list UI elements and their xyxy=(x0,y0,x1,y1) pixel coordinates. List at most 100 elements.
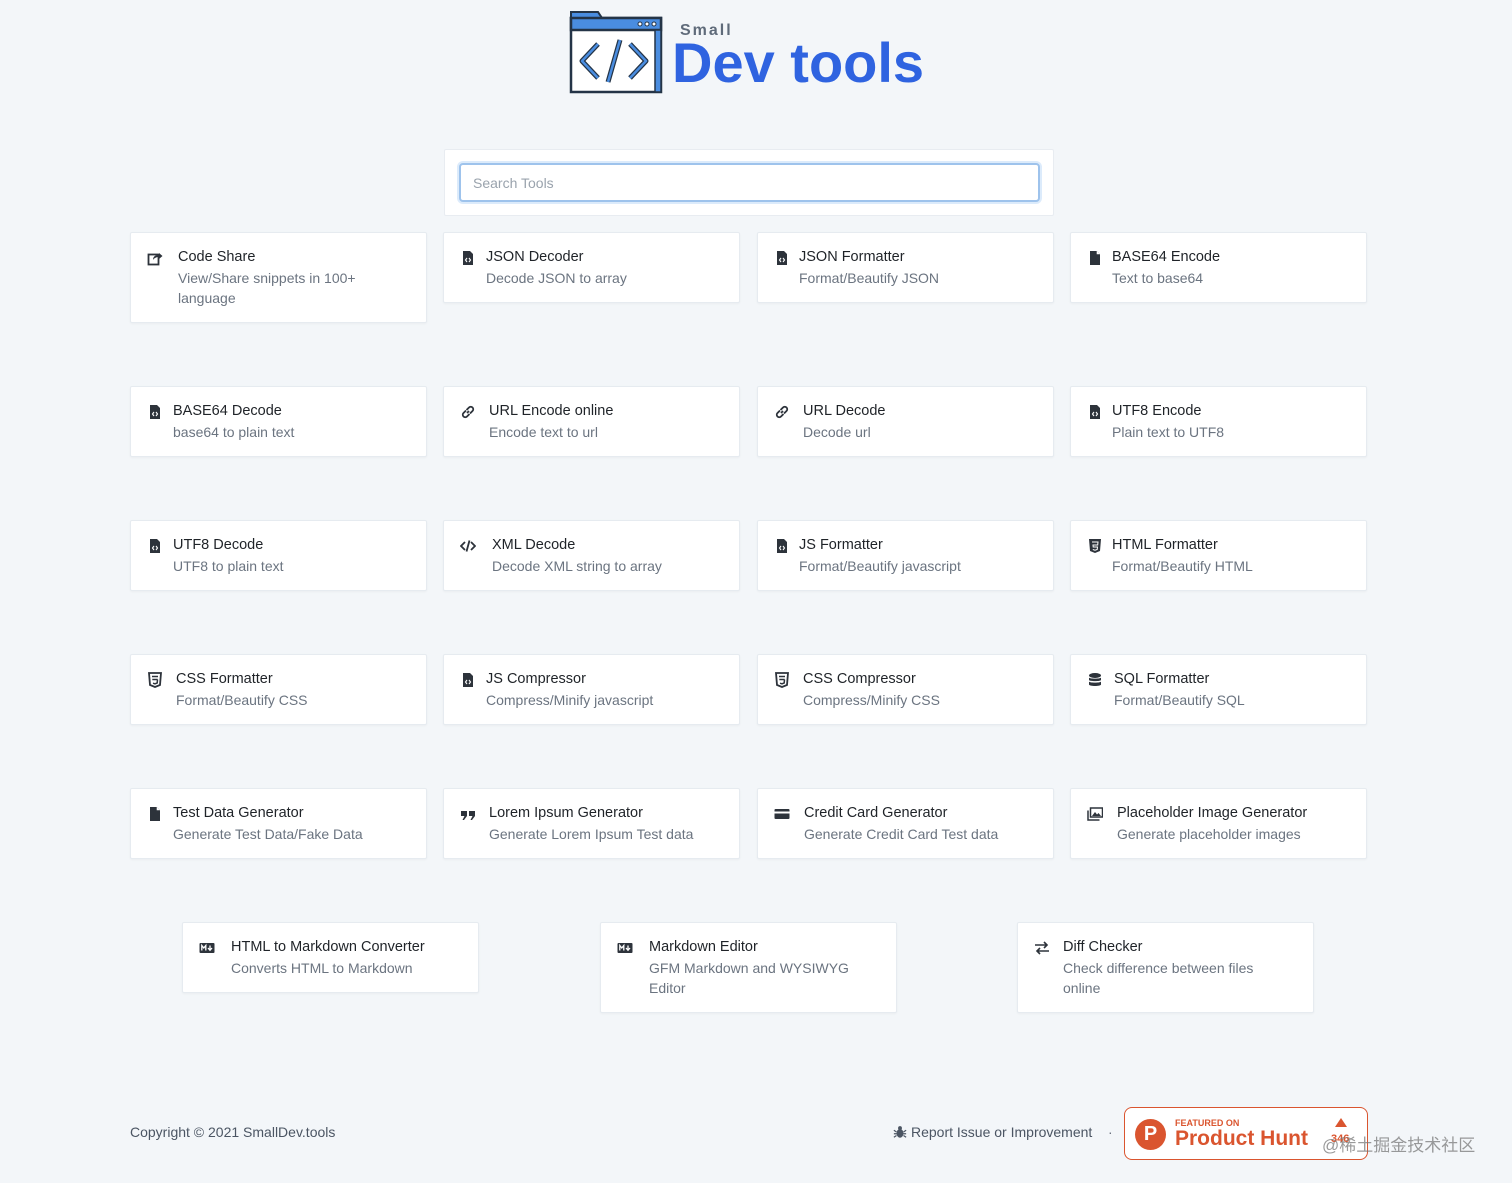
tool-card-description: Format/Beautify JSON xyxy=(799,270,940,286)
tool-card-title: JSON Formatter xyxy=(799,249,905,265)
tool-card-description: Converts HTML to Markdown xyxy=(231,960,413,976)
tool-card[interactable]: Credit Card Generator Generate Credit Car… xyxy=(757,788,1054,859)
report-issue-link[interactable]: Report Issue or Improvement xyxy=(893,1124,1092,1140)
code-icon xyxy=(460,538,476,554)
watermark-text: @稀土掘金技术社区 xyxy=(1322,1136,1476,1155)
tool-card[interactable]: CSS Formatter Format/Beautify CSS xyxy=(130,654,427,725)
file-code-icon xyxy=(774,538,790,554)
tool-card[interactable]: SQL Formatter Format/Beautify SQL xyxy=(1070,654,1367,725)
link-icon xyxy=(460,404,476,420)
tool-card[interactable]: HTML Formatter Format/Beautify HTML xyxy=(1070,520,1367,591)
tool-card-title: CSS Formatter xyxy=(176,671,273,687)
tool-card[interactable]: JSON Formatter Format/Beautify JSON xyxy=(757,232,1054,303)
upvote-arrow-icon xyxy=(1335,1118,1347,1127)
tool-card[interactable]: URL Decode Decode url xyxy=(757,386,1054,457)
tool-card[interactable]: BASE64 Decode base64 to plain text xyxy=(130,386,427,457)
product-hunt-name: Product Hunt xyxy=(1175,1127,1308,1150)
tool-card[interactable]: Code Share View/Share snippets in 100+ la… xyxy=(130,232,427,323)
tool-card[interactable]: UTF8 Encode Plain text to UTF8 xyxy=(1070,386,1367,457)
copyright-text: Copyright © 2021 SmallDev.tools xyxy=(130,1124,336,1140)
tool-card[interactable]: Markdown Editor GFM Markdown and WYSIWYG … xyxy=(600,922,897,1013)
tool-card-title: Credit Card Generator xyxy=(804,805,948,821)
tool-card-title: HTML to Markdown Converter xyxy=(231,939,425,955)
tool-card-description: Generate placeholder images xyxy=(1117,826,1301,842)
tool-card[interactable]: XML Decode Decode XML string to array xyxy=(443,520,740,591)
file-code-icon xyxy=(1087,404,1103,420)
tool-card-description: Check difference between files online xyxy=(1063,960,1254,996)
footer-separator: · xyxy=(1108,1124,1113,1140)
tool-card[interactable]: JSON Decoder Decode JSON to array xyxy=(443,232,740,303)
product-hunt-logo-icon: P xyxy=(1135,1119,1166,1150)
report-issue-label: Report Issue or Improvement xyxy=(911,1124,1093,1140)
css3-icon xyxy=(774,672,790,688)
tool-card[interactable]: BASE64 Encode Text to base64 xyxy=(1070,232,1367,303)
tool-card-title: BASE64 Decode xyxy=(173,403,282,419)
tool-card[interactable]: JS Compressor Compress/Minify javascript xyxy=(443,654,740,725)
tool-card-title: Placeholder Image Generator xyxy=(1117,805,1308,821)
tool-card-description: Generate Lorem Ipsum Test data xyxy=(489,826,694,842)
tool-card-description: Format/Beautify CSS xyxy=(176,692,308,708)
tool-card-description: Decode url xyxy=(803,424,871,440)
markdown-icon xyxy=(617,940,633,956)
tool-card-description: Compress/Minify CSS xyxy=(803,692,940,708)
tool-card-title: JSON Decoder xyxy=(486,249,584,265)
tool-card-description: Format/Beautify HTML xyxy=(1112,558,1253,574)
tool-card[interactable]: Test Data Generator Generate Test Data/Fa… xyxy=(130,788,427,859)
file-icon xyxy=(147,806,163,822)
bug-icon xyxy=(893,1126,907,1138)
tool-card-description: View/Share snippets in 100+ language xyxy=(178,270,356,306)
tool-card-description: base64 to plain text xyxy=(173,424,295,440)
css3-icon xyxy=(147,672,163,688)
tool-card-description: Text to base64 xyxy=(1112,270,1204,286)
file-code-icon xyxy=(147,538,163,554)
tool-card[interactable]: Lorem Ipsum Generator Generate Lorem Ipsu… xyxy=(443,788,740,859)
tool-card-description: Generate Credit Card Test data xyxy=(804,826,999,842)
exchange-icon xyxy=(1034,940,1050,956)
tool-card-title: JS Formatter xyxy=(799,537,883,553)
tool-card[interactable]: CSS Compressor Compress/Minify CSS xyxy=(757,654,1054,725)
tool-card-title: Test Data Generator xyxy=(173,805,304,821)
tool-card-title: BASE64 Encode xyxy=(1112,249,1221,265)
search-container xyxy=(444,149,1054,216)
tool-card[interactable]: UTF8 Decode UTF8 to plain text xyxy=(130,520,427,591)
logo-main-text: Dev tools xyxy=(672,31,925,94)
tool-card-description: Format/Beautify javascript xyxy=(799,558,961,574)
quote-icon xyxy=(460,806,476,822)
tool-card-title: XML Decode xyxy=(492,537,576,553)
tool-card-title: Markdown Editor xyxy=(649,939,758,955)
site-logo[interactable]: Small Dev tools xyxy=(568,10,938,100)
database-icon xyxy=(1087,672,1103,688)
tool-card-description: Decode XML string to array xyxy=(492,558,662,574)
file-code-icon xyxy=(774,250,790,266)
tool-card-title: UTF8 Decode xyxy=(173,537,264,553)
link-icon xyxy=(774,404,790,420)
tool-card[interactable]: JS Formatter Format/Beautify javascript xyxy=(757,520,1054,591)
tool-card-description: Plain text to UTF8 xyxy=(1112,424,1225,440)
markdown-icon xyxy=(199,940,215,956)
tool-card-title: CSS Compressor xyxy=(803,671,916,687)
file-icon xyxy=(1087,250,1103,266)
tool-card[interactable]: URL Encode online Encode text to url xyxy=(443,386,740,457)
tool-card-description: Decode JSON to array xyxy=(486,270,627,286)
tool-card-title: UTF8 Encode xyxy=(1112,403,1202,419)
tool-card-title: Lorem Ipsum Generator xyxy=(489,805,643,821)
tool-card-title: Code Share xyxy=(178,249,256,265)
tool-card[interactable]: Placeholder Image Generator Generate plac… xyxy=(1070,788,1367,859)
tool-card[interactable]: Diff Checker Check difference between fil… xyxy=(1017,922,1314,1013)
tool-card-title: Diff Checker xyxy=(1063,939,1143,955)
code-window-icon xyxy=(569,11,663,94)
tool-card-description: Generate Test Data/Fake Data xyxy=(173,826,363,842)
html5-icon xyxy=(1087,538,1103,554)
tool-card-description: UTF8 to plain text xyxy=(173,558,284,574)
credit-card-icon xyxy=(774,806,790,822)
tool-card-title: SQL Formatter xyxy=(1114,671,1210,687)
share-icon xyxy=(147,250,163,266)
tool-card-title: URL Encode online xyxy=(489,403,614,419)
tool-card[interactable]: HTML to Markdown Converter Converts HTML … xyxy=(182,922,479,993)
search-input[interactable] xyxy=(459,163,1040,202)
tool-card-title: JS Compressor xyxy=(486,671,586,687)
tool-card-description: Encode text to url xyxy=(489,424,598,440)
images-icon xyxy=(1087,806,1103,822)
file-code-icon xyxy=(460,250,476,266)
tool-card-title: URL Decode xyxy=(803,403,886,419)
